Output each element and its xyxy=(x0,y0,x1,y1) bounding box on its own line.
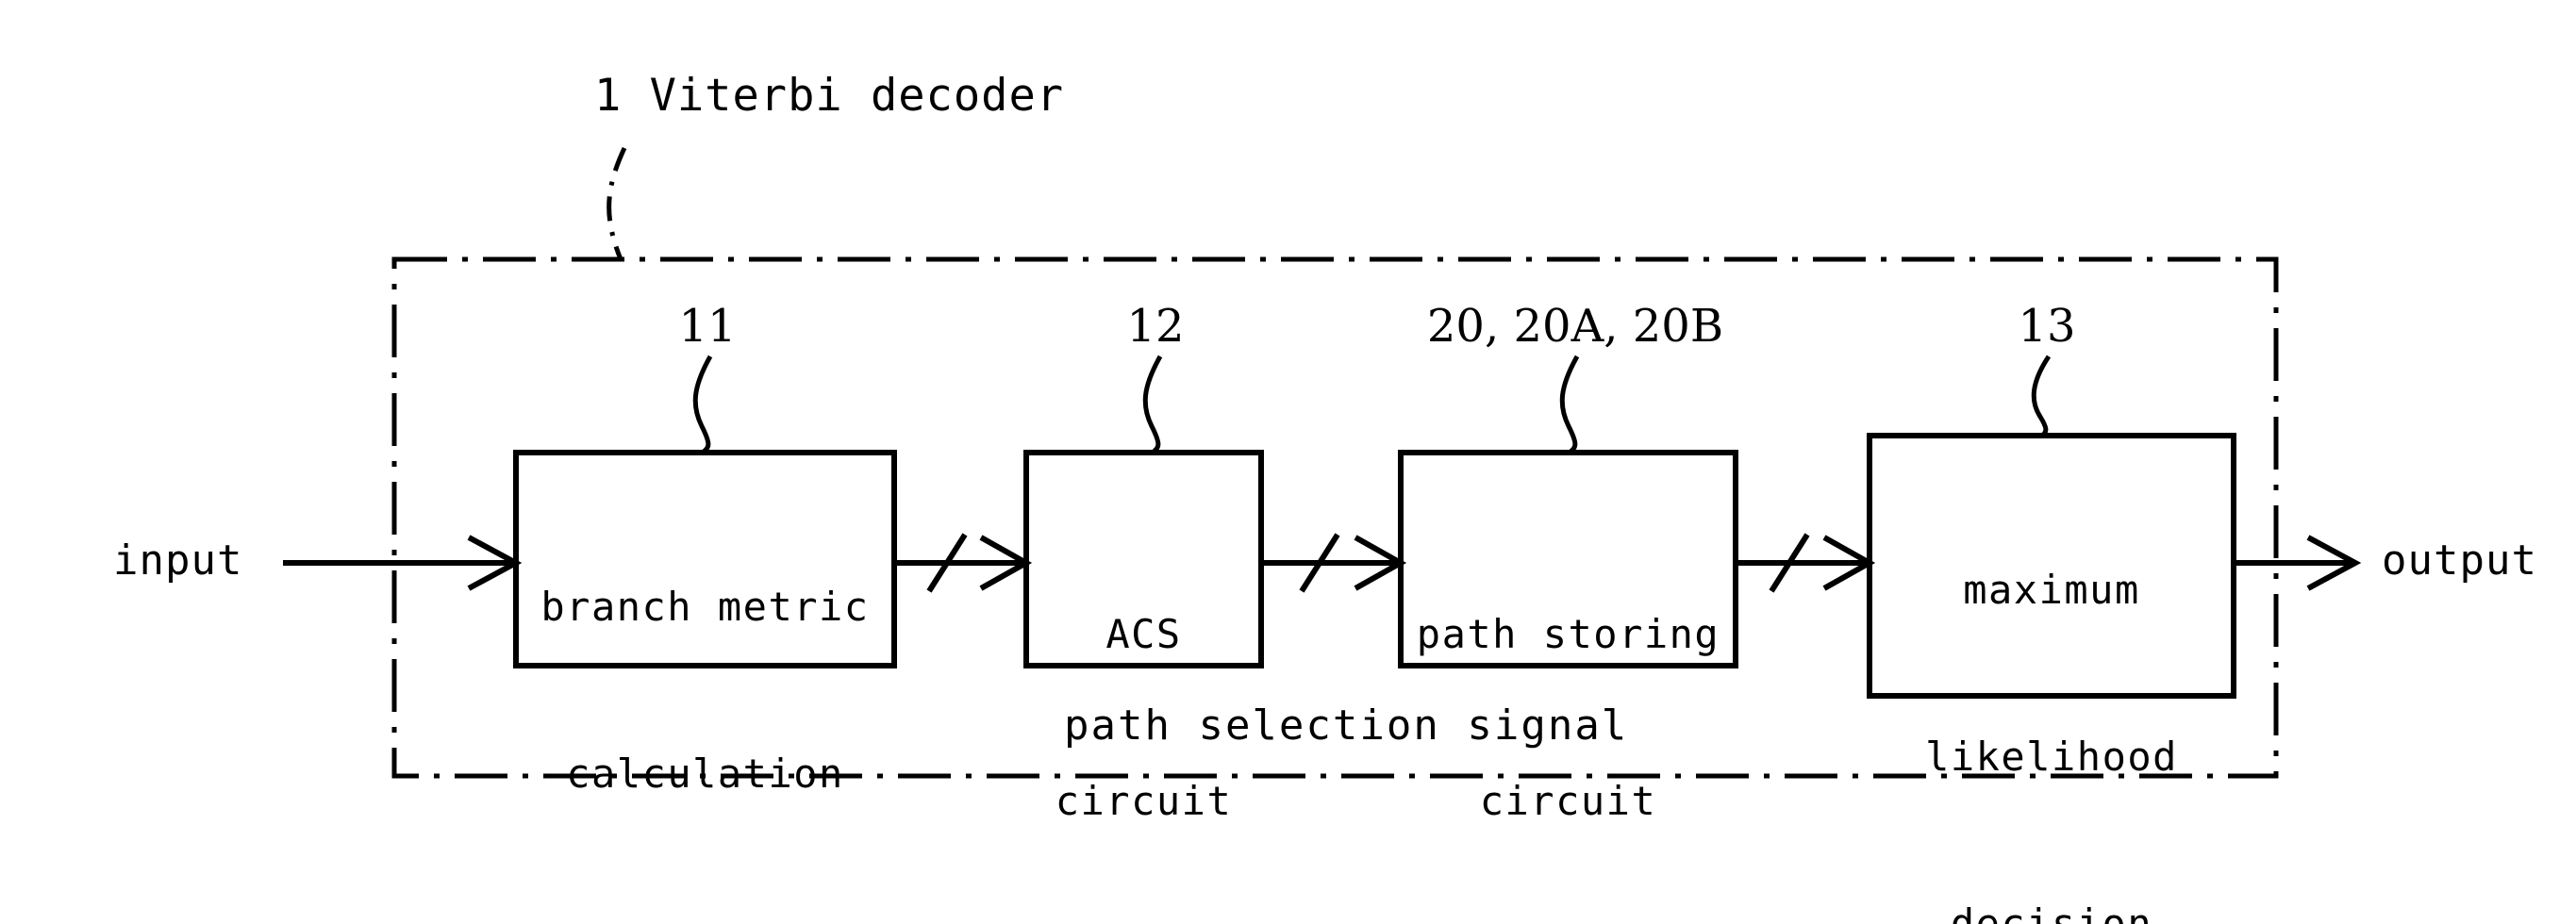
leader-line-1 xyxy=(607,146,627,260)
block-label-maximum-likelihood-decision-circuit: maximum likelihood decision circuit xyxy=(1860,451,2243,924)
block-label-line: ACS xyxy=(1105,611,1182,657)
figure-title: 1 Viterbi decoder xyxy=(594,70,1065,122)
leader-line-12 xyxy=(1142,355,1163,454)
block-label-line: branch metric xyxy=(540,584,870,630)
block-label-line: calculation xyxy=(566,751,844,797)
block-label-line: path storing xyxy=(1416,611,1720,657)
input-label: input xyxy=(113,536,243,585)
block-label-line: likelihood xyxy=(1925,734,2178,780)
path-selection-signal-caption: path selection signal xyxy=(1064,701,1629,750)
block-label-line: maximum xyxy=(1963,567,2140,613)
leader-line-13 xyxy=(2031,355,2052,437)
reference-numeral-11: 11 xyxy=(678,300,737,353)
block-label-line: circuit xyxy=(1479,778,1657,824)
reference-numeral-12: 12 xyxy=(1126,300,1185,353)
block-label-line: circuit xyxy=(1055,778,1233,824)
figure-canvas: 1 Viterbi decoder 11 12 20, 20A, 20B 13 … xyxy=(0,0,2576,924)
reference-numeral-20: 20, 20A, 20B xyxy=(1426,300,1724,353)
leader-line-20 xyxy=(1559,355,1580,454)
block-label-branch-metric-calculation-circuit: branch metric calculation circuit xyxy=(490,468,920,924)
output-label: output xyxy=(2382,536,2537,585)
block-label-line: decision xyxy=(1950,900,2153,924)
block-label-line: circuit xyxy=(490,913,920,924)
leader-line-11 xyxy=(692,355,713,454)
reference-numeral-13: 13 xyxy=(2018,300,2076,353)
